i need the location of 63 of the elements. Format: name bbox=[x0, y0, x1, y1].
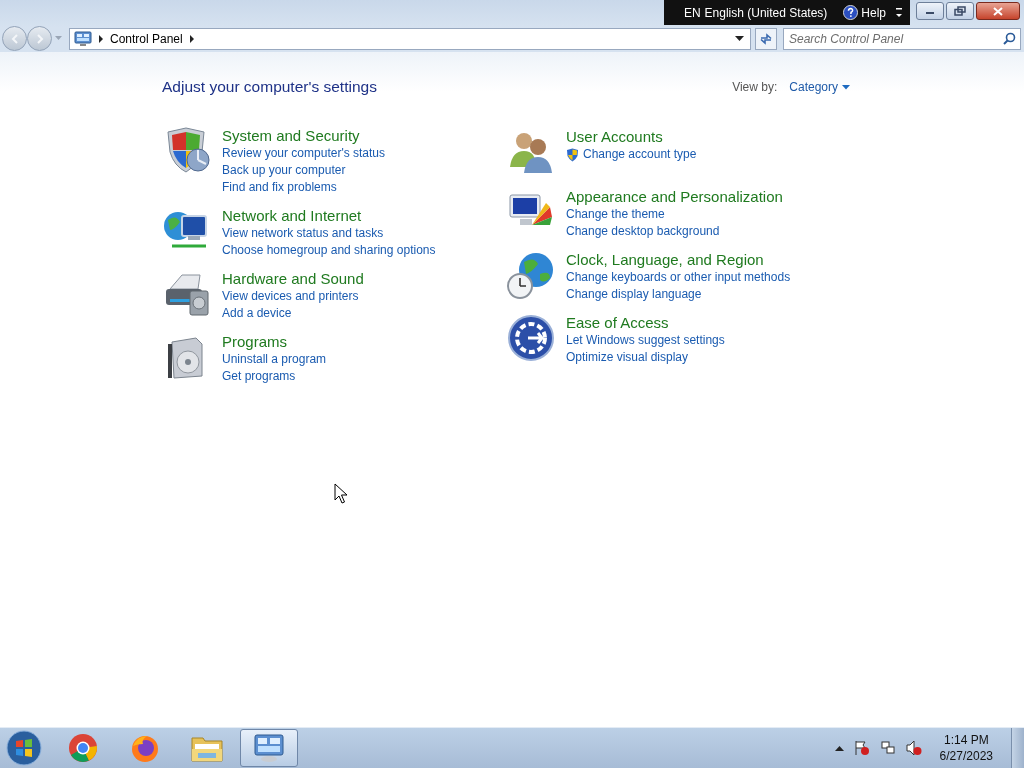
address-bar[interactable]: Control Panel bbox=[69, 27, 751, 50]
restore-icon bbox=[954, 6, 966, 16]
minimize-button[interactable] bbox=[916, 2, 944, 20]
task-link[interactable]: Add a device bbox=[222, 305, 292, 322]
caret-icon bbox=[842, 84, 850, 90]
task-link[interactable]: Change keyboards or other input methods bbox=[566, 269, 791, 286]
category-link[interactable]: System and Security bbox=[222, 126, 386, 145]
task-link[interactable]: Uninstall a program bbox=[222, 351, 327, 368]
help-button[interactable]: Help bbox=[835, 5, 886, 20]
network-icon[interactable] bbox=[879, 740, 896, 756]
task-link[interactable]: Change the theme bbox=[566, 206, 665, 223]
category-link[interactable]: Ease of Access bbox=[566, 313, 725, 332]
task-link[interactable]: Review your computer's status bbox=[222, 145, 386, 162]
breadcrumb-arrow-icon[interactable] bbox=[188, 34, 195, 43]
shield-icon bbox=[566, 147, 579, 162]
clock-icon[interactable] bbox=[506, 250, 556, 300]
task-link[interactable]: Find and fix problems bbox=[222, 179, 337, 196]
flag-icon[interactable] bbox=[853, 740, 870, 756]
access-icon[interactable] bbox=[506, 313, 556, 363]
clock-date: 6/27/2023 bbox=[939, 748, 993, 764]
category-link[interactable]: Programs bbox=[222, 332, 327, 351]
show-hidden-icons[interactable] bbox=[834, 745, 844, 751]
help-icon bbox=[843, 5, 859, 20]
search-field[interactable]: Search Control Panel bbox=[783, 27, 1021, 50]
windows-logo-icon bbox=[6, 730, 42, 766]
dropdown-icon[interactable] bbox=[735, 35, 744, 42]
restore-button[interactable] bbox=[946, 2, 974, 20]
task-link[interactable]: Let Windows suggest settings bbox=[566, 332, 725, 349]
category-link[interactable]: Hardware and Sound bbox=[222, 269, 364, 288]
task-link[interactable]: Change account type bbox=[583, 146, 697, 163]
control-taskbar-button[interactable] bbox=[240, 729, 298, 767]
control-panel-icon bbox=[253, 733, 285, 763]
task-link[interactable]: Get programs bbox=[222, 368, 296, 385]
page-heading: Adjust your computer's settings bbox=[162, 78, 377, 96]
task-link[interactable]: Optimize visual display bbox=[566, 349, 689, 366]
category-link[interactable]: Network and Internet bbox=[222, 206, 436, 225]
view-by-label: View by: bbox=[732, 80, 778, 94]
task-link[interactable]: Change display language bbox=[566, 286, 702, 303]
mouse-pointer-icon bbox=[334, 483, 348, 504]
task-link[interactable]: Change desktop background bbox=[566, 223, 720, 240]
refresh-button[interactable] bbox=[755, 27, 777, 50]
control-panel-icon bbox=[74, 30, 92, 47]
task-link[interactable]: View network status and tasks bbox=[222, 225, 384, 242]
breadcrumb[interactable]: Control Panel bbox=[110, 31, 183, 46]
options-icon[interactable] bbox=[894, 5, 904, 20]
language-name[interactable]: English (United States) bbox=[704, 5, 828, 20]
task-link[interactable]: Choose homegroup and sharing options bbox=[222, 242, 436, 259]
category-link[interactable]: User Accounts bbox=[566, 127, 697, 146]
close-button[interactable] bbox=[976, 2, 1020, 20]
clock[interactable]: 1:14 PM 6/27/2023 bbox=[931, 732, 1001, 764]
task-link[interactable]: Back up your computer bbox=[222, 162, 346, 179]
breadcrumb-arrow-icon[interactable] bbox=[98, 34, 104, 43]
view-by-dropdown[interactable]: Category bbox=[789, 80, 850, 94]
clock-time: 1:14 PM bbox=[943, 732, 989, 748]
language-code[interactable]: EN bbox=[683, 5, 701, 20]
search-icon[interactable] bbox=[1003, 31, 1016, 45]
volume-icon[interactable] bbox=[905, 740, 922, 756]
category-link[interactable]: Clock, Language, and Region bbox=[566, 250, 791, 269]
close-icon bbox=[993, 6, 1003, 16]
browser-icon bbox=[67, 732, 99, 764]
category-link[interactable]: Appearance and Personalization bbox=[566, 187, 783, 206]
refresh-icon bbox=[759, 31, 773, 46]
task-link[interactable]: View devices and printers bbox=[222, 288, 359, 305]
